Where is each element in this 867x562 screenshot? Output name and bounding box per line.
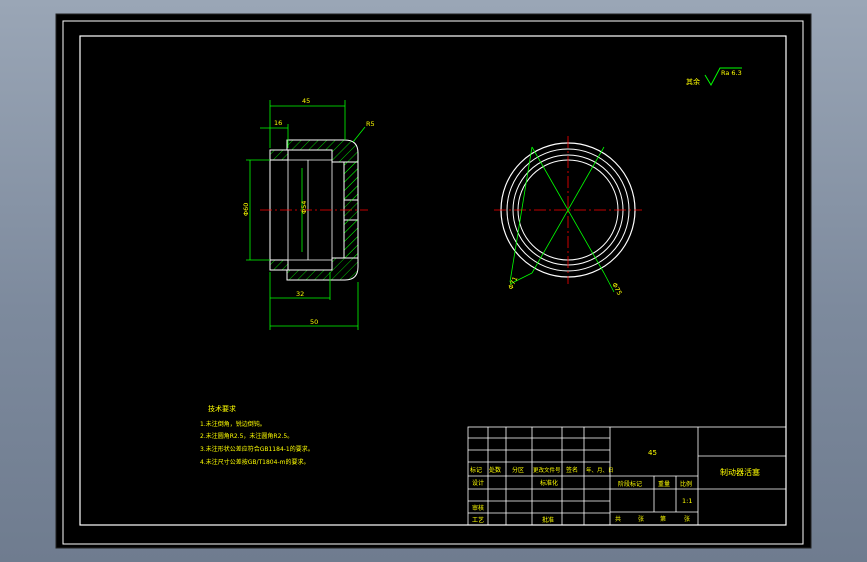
header-zone: 分区 xyxy=(512,466,524,474)
sheets-index-unit: 张 xyxy=(684,515,690,523)
chamfer-label: R5 xyxy=(366,120,375,128)
surface-finish-prefix: 其余 xyxy=(686,77,700,86)
row-approve: 批准 xyxy=(542,516,554,524)
tech-note-4: 4.未注尺寸公差按GB/T1804-m的要求。 xyxy=(200,458,309,466)
row-design: 设计 xyxy=(472,479,484,487)
dim-left-diameter: Φ60 xyxy=(242,203,250,216)
sheets-total-unit: 张 xyxy=(638,515,644,523)
part-name: 制动器活塞 xyxy=(720,467,760,477)
row-process: 工艺 xyxy=(472,516,484,524)
header-sign: 签名 xyxy=(566,466,578,474)
dim-bottom-depth: 32 xyxy=(296,290,304,298)
tech-note-1: 1.未注倒角，锐边倒钝。 xyxy=(200,420,266,428)
header-mark: 标记 xyxy=(470,466,482,474)
dim-top-width: 45 xyxy=(302,97,310,105)
row-weight: 重量 xyxy=(658,480,670,488)
material-label: 45 xyxy=(648,449,657,457)
scale-value: 1:1 xyxy=(682,497,692,505)
row-scale: 比例 xyxy=(680,480,692,488)
header-count: 处数 xyxy=(489,466,501,474)
row-review: 审核 xyxy=(472,504,484,512)
header-date: 年、月、日 xyxy=(586,466,614,474)
dim-overall-length: 50 xyxy=(310,318,318,326)
tech-note-2: 2.未注圆角R2.5，未注圆角R2.5。 xyxy=(200,432,293,440)
drawing-canvas: 其余 Ra 6.3 45 16 R5 Φ60 Φ54 32 50 Φ71 Φ75… xyxy=(55,13,812,549)
tech-notes-title: 技术要求 xyxy=(208,404,236,413)
sheets-index-label: 第 xyxy=(660,515,666,523)
surface-finish-value: Ra 6.3 xyxy=(721,69,742,77)
dim-inner-diameter: Φ54 xyxy=(300,201,308,214)
header-change-doc: 更改文件号 xyxy=(533,466,561,474)
tech-note-3: 3.未注形状公差应符合GB1184-1的要求。 xyxy=(200,445,314,453)
dim-inner-step: 16 xyxy=(274,119,282,127)
row-stage-mark: 阶段标记 xyxy=(618,480,642,488)
sheets-total-label: 共 xyxy=(615,515,621,523)
row-standard: 标准化 xyxy=(540,479,558,487)
